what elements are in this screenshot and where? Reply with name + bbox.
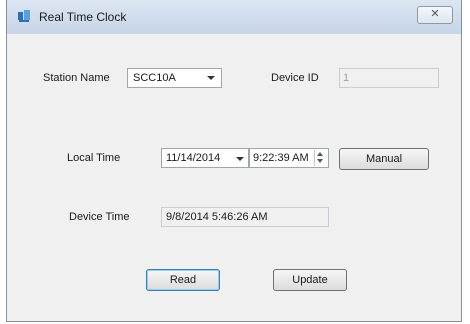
real-time-clock-window: Real Time Clock ✕ Station Name SCC10A De… [6,0,462,322]
local-time-picker[interactable]: 9:22:39 AM [249,148,329,168]
manual-button[interactable]: Manual [339,148,429,170]
station-name-label: Station Name [43,72,110,84]
device-id-value: 1 [343,72,350,84]
window-title: Real Time Clock [39,10,127,24]
local-date-picker[interactable]: 11/14/2014 [161,148,249,168]
local-time-label: Local Time [67,152,121,164]
chevron-down-icon [207,76,215,80]
update-button[interactable]: Update [273,269,347,291]
station-name-dropdown[interactable]: SCC10A [127,68,222,88]
clock-app-icon [18,10,30,22]
device-id-label: Device ID [271,72,319,84]
read-button[interactable]: Read [146,269,220,291]
time-spinner[interactable] [314,150,327,166]
station-name-value: SCC10A [133,72,176,84]
spin-up-icon[interactable] [317,152,323,156]
spin-down-icon[interactable] [317,159,323,163]
close-button[interactable]: ✕ [417,6,453,24]
device-time-field[interactable]: 9/8/2014 5:46:26 AM [161,207,329,227]
local-date-value: 11/14/2014 [166,152,221,164]
local-time-value: 9:22:39 AM [253,152,309,164]
close-icon: ✕ [430,8,440,20]
device-time-label: Device Time [69,211,130,223]
title-bar[interactable]: Real Time Clock ✕ [7,0,461,34]
device-id-field[interactable]: 1 [339,68,439,88]
device-time-value: 9/8/2014 5:46:26 AM [166,211,268,223]
chevron-down-icon[interactable] [236,157,244,161]
dialog-body: Station Name SCC10A Device ID 1 Local Ti… [9,34,459,319]
